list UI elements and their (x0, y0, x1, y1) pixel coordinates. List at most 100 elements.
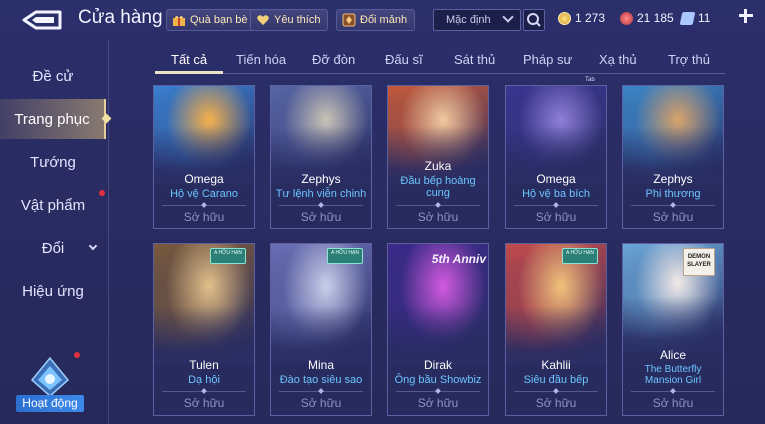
sidebar-item-label: Đề cử (32, 67, 74, 85)
sidebar-item-heroes[interactable]: Tướng (0, 142, 106, 182)
card-divider (514, 391, 598, 392)
category-tabs: Tất cả Tiến hóa Đỡ đòn Đấu sĩ Sát thủ Ph… (155, 48, 725, 74)
activity-button[interactable]: Hoạt động (14, 352, 86, 414)
voucher-amount: 11 (698, 11, 711, 25)
gem-currency: 21 185 (620, 11, 674, 25)
sidebar-item-label: Vật phẩm (20, 196, 86, 214)
owned-status: Sở hữu (652, 396, 694, 410)
limited-badge: A HỮU HẠN (327, 248, 363, 264)
activity-chest-icon (30, 356, 70, 398)
skin-card[interactable]: 5th Anniv Dirak Ông bầu Showbiz Sở hữu (387, 243, 489, 416)
skin-name: Hộ vệ ba bích (522, 188, 590, 200)
tab-mage[interactable]: Pháp sư (523, 52, 572, 67)
sidebar-item-label: Tướng (30, 153, 76, 171)
skin-card[interactable]: DEMON SLAYER Alice The Butterfly Mansion… (622, 243, 724, 416)
sidebar-item-skins[interactable]: Trang phục (0, 99, 106, 139)
active-tab-indicator (155, 71, 223, 74)
hero-name: Tulen (189, 358, 219, 372)
skin-name: The Butterfly Mansion Girl (644, 364, 702, 386)
skin-card[interactable]: A HỮU HẠN Kahlii Siêu đầu bếp Sở hữu (505, 243, 607, 416)
tab-marksman[interactable]: Xạ thủ (599, 52, 637, 67)
card-divider (396, 205, 480, 206)
tab-all[interactable]: Tất cả (171, 52, 207, 67)
shard-exchange-button[interactable]: Đổi mảnh (336, 9, 416, 31)
skin-name: Ông bầu Showbiz (394, 374, 482, 386)
card-divider (631, 391, 715, 392)
limited-badge: A HỮU HẠN (210, 248, 246, 264)
back-arrow-icon[interactable] (22, 9, 62, 31)
owned-status: Sở hữu (183, 396, 225, 410)
art-fade (388, 306, 488, 364)
friend-gift-button[interactable]: Quà bạn bè (166, 9, 256, 31)
skin-name: Đầu bếp hoàng cung (400, 175, 476, 199)
sidebar-item-exchange[interactable]: Đổi (0, 228, 106, 268)
skin-card[interactable]: A HỮU HẠN Tulen Dạ hội Sở hữu (153, 243, 255, 416)
chevron-down-icon (88, 241, 98, 251)
anniversary-tag: 5th Anniv (431, 252, 486, 266)
owned-status: Sở hữu (300, 210, 342, 224)
tab-assassin[interactable]: Sát thủ (454, 52, 495, 67)
notification-dot (99, 190, 105, 196)
art-fade (506, 306, 606, 364)
hero-name: Dirak (423, 358, 452, 372)
card-divider (162, 391, 246, 392)
owned-status: Sở hữu (417, 210, 459, 224)
tab-fighter[interactable]: Đấu sĩ (385, 52, 423, 67)
skin-name: Hộ vệ Carano (170, 188, 238, 200)
hero-name: Kahlii (541, 358, 571, 372)
gem-amount: 21 185 (637, 11, 674, 25)
add-currency-button[interactable] (738, 8, 754, 24)
owned-status: Sở hữu (417, 396, 459, 410)
owned-status: Sở hữu (535, 210, 577, 224)
owned-status: Sở hữu (535, 396, 577, 410)
sort-dropdown[interactable]: Mặc định (433, 9, 521, 31)
friend-gift-label: Quà bạn bè (190, 14, 248, 26)
activity-label: Hoạt động (16, 395, 84, 412)
hero-name: Zuka (424, 159, 452, 173)
skin-card[interactable]: Omega Hộ vệ ba bích Sở hữu (505, 85, 607, 229)
sort-value: Mặc định (446, 14, 491, 26)
skin-card[interactable]: Zephys Tư lệnh viễn chinh Sở hữu (270, 85, 372, 229)
red-gem-icon (620, 11, 633, 25)
shard-icon (342, 13, 356, 27)
skin-name: Siêu đầu bếp (523, 374, 589, 386)
voucher-icon (679, 11, 696, 25)
card-divider (279, 391, 363, 392)
tab-evolution[interactable]: Tiến hóa (236, 52, 286, 67)
tab-support[interactable]: Trợ thủ (668, 52, 710, 67)
gold-coin-icon (558, 11, 571, 25)
sidebar-item-items[interactable]: Vật phẩm (0, 185, 106, 225)
card-divider (162, 205, 246, 206)
tiny-tag: Tab (585, 77, 595, 83)
hero-name: Omega (536, 172, 576, 186)
hero-name: Zephys (301, 172, 341, 186)
gold-currency: 1 273 (558, 11, 605, 25)
collab-badge: DEMON SLAYER (683, 248, 715, 276)
heart-icon (256, 13, 270, 27)
art-fade (154, 306, 254, 364)
card-divider (631, 205, 715, 206)
art-fade (623, 296, 723, 354)
tabs-divider (155, 73, 725, 74)
skin-card[interactable]: A HỮU HẠN Mina Đào tạo siêu sao Sở hữu (270, 243, 372, 416)
gift-icon (172, 13, 186, 27)
search-button[interactable] (523, 9, 545, 31)
tab-tank[interactable]: Đỡ đòn (312, 52, 355, 67)
card-divider (514, 205, 598, 206)
card-divider (396, 391, 480, 392)
skin-name: Đào tạo siêu sao (279, 374, 363, 386)
skin-card[interactable]: Zuka Đầu bếp hoàng cung Sở hữu (387, 85, 489, 229)
wishlist-button[interactable]: Yêu thích (250, 9, 329, 31)
skin-name: Phi thương (645, 188, 701, 200)
sidebar-item-label: Trang phục (14, 110, 90, 128)
skin-card[interactable]: Omega Hộ vệ Carano Sở hữu (153, 85, 255, 229)
sidebar-item-effects[interactable]: Hiệu ứng (0, 271, 106, 311)
sidebar-item-recommended[interactable]: Đề cử (0, 56, 106, 96)
art-fade (271, 306, 371, 364)
skin-name: Dạ hội (188, 374, 220, 386)
hero-name: Alice (659, 348, 686, 362)
skin-card[interactable]: Zephys Phi thương Sở hữu (622, 85, 724, 229)
search-icon (527, 13, 541, 27)
wishlist-label: Yêu thích (274, 14, 321, 26)
limited-badge: A HỮU HẠN (562, 248, 598, 264)
